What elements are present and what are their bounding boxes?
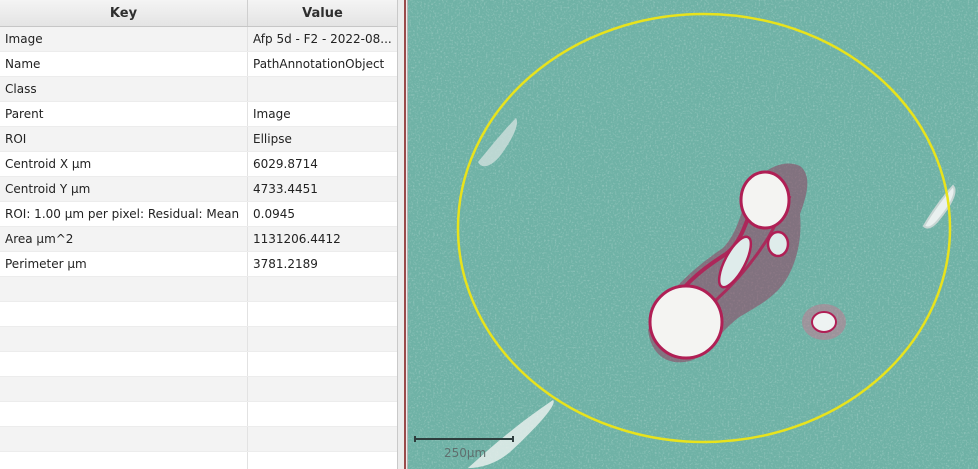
table-row[interactable]: Name PathAnnotationObject: [0, 52, 397, 77]
value-cell: [248, 77, 397, 101]
value-cell: 3781.2189: [253, 257, 318, 271]
vessel-lumen: [811, 311, 837, 333]
table-row[interactable]: Parent Image: [0, 102, 397, 127]
value-cell: 6029.8714: [253, 157, 318, 171]
table-row[interactable]: Area µm^2 1131206.4412: [0, 227, 397, 252]
slide-image: [408, 0, 978, 469]
vessel-lumen: [766, 230, 790, 258]
key-cell: Perimeter µm: [0, 252, 248, 276]
key-cell: Centroid X µm: [0, 152, 248, 176]
vessel-lumen: [648, 284, 724, 360]
empty-row: [0, 277, 397, 302]
empty-row: [0, 327, 397, 352]
key-cell: Parent: [0, 102, 248, 126]
value-cell: Afp 5d - F2 - 2022-08...: [253, 32, 392, 46]
table-header: Key Value: [0, 0, 397, 27]
key-cell: Image: [0, 27, 248, 51]
empty-row: [0, 377, 397, 402]
value-cell: Ellipse: [253, 132, 292, 146]
key-cell: ROI: [0, 127, 248, 151]
key-cell: Name: [0, 52, 248, 76]
key-cell: Area µm^2: [0, 227, 248, 251]
key-cell: Class: [0, 77, 248, 101]
table-row[interactable]: Class: [0, 77, 397, 102]
value-cell: 4733.4451: [253, 182, 318, 196]
table-row[interactable]: ROI Ellipse: [0, 127, 397, 152]
table-row[interactable]: Centroid Y µm 4733.4451: [0, 177, 397, 202]
empty-row: [0, 427, 397, 452]
table-row[interactable]: ROI: 1.00 µm per pixel: Residual: Mean 0.…: [0, 202, 397, 227]
measurement-table: Key Value Image Afp 5d - F2 - 2022-08... …: [0, 0, 398, 469]
scalebar-label: 250µm: [444, 446, 487, 460]
empty-row: [0, 402, 397, 427]
image-viewer[interactable]: [408, 0, 978, 469]
value-cell: 0.0945: [253, 207, 295, 221]
key-cell: Centroid Y µm: [0, 177, 248, 201]
table-row[interactable]: Image Afp 5d - F2 - 2022-08...: [0, 27, 397, 52]
empty-row: [0, 352, 397, 377]
value-cell: PathAnnotationObject: [253, 57, 385, 71]
value-cell: 1131206.4412: [253, 232, 341, 246]
tissue-texture: [408, 0, 978, 469]
key-column-header[interactable]: Key: [0, 0, 248, 26]
table-row[interactable]: Centroid X µm 6029.8714: [0, 152, 397, 177]
key-cell: ROI: 1.00 µm per pixel: Residual: Mean: [0, 202, 248, 226]
panel-splitter[interactable]: [398, 0, 408, 469]
value-column-header[interactable]: Value: [248, 0, 397, 26]
value-cell: Image: [253, 107, 291, 121]
empty-row: [0, 302, 397, 327]
empty-row: [0, 452, 397, 469]
table-body: Image Afp 5d - F2 - 2022-08... Name PathAn…: [0, 27, 397, 469]
table-row[interactable]: Perimeter µm 3781.2189: [0, 252, 397, 277]
vessel-lumen: [739, 170, 791, 230]
